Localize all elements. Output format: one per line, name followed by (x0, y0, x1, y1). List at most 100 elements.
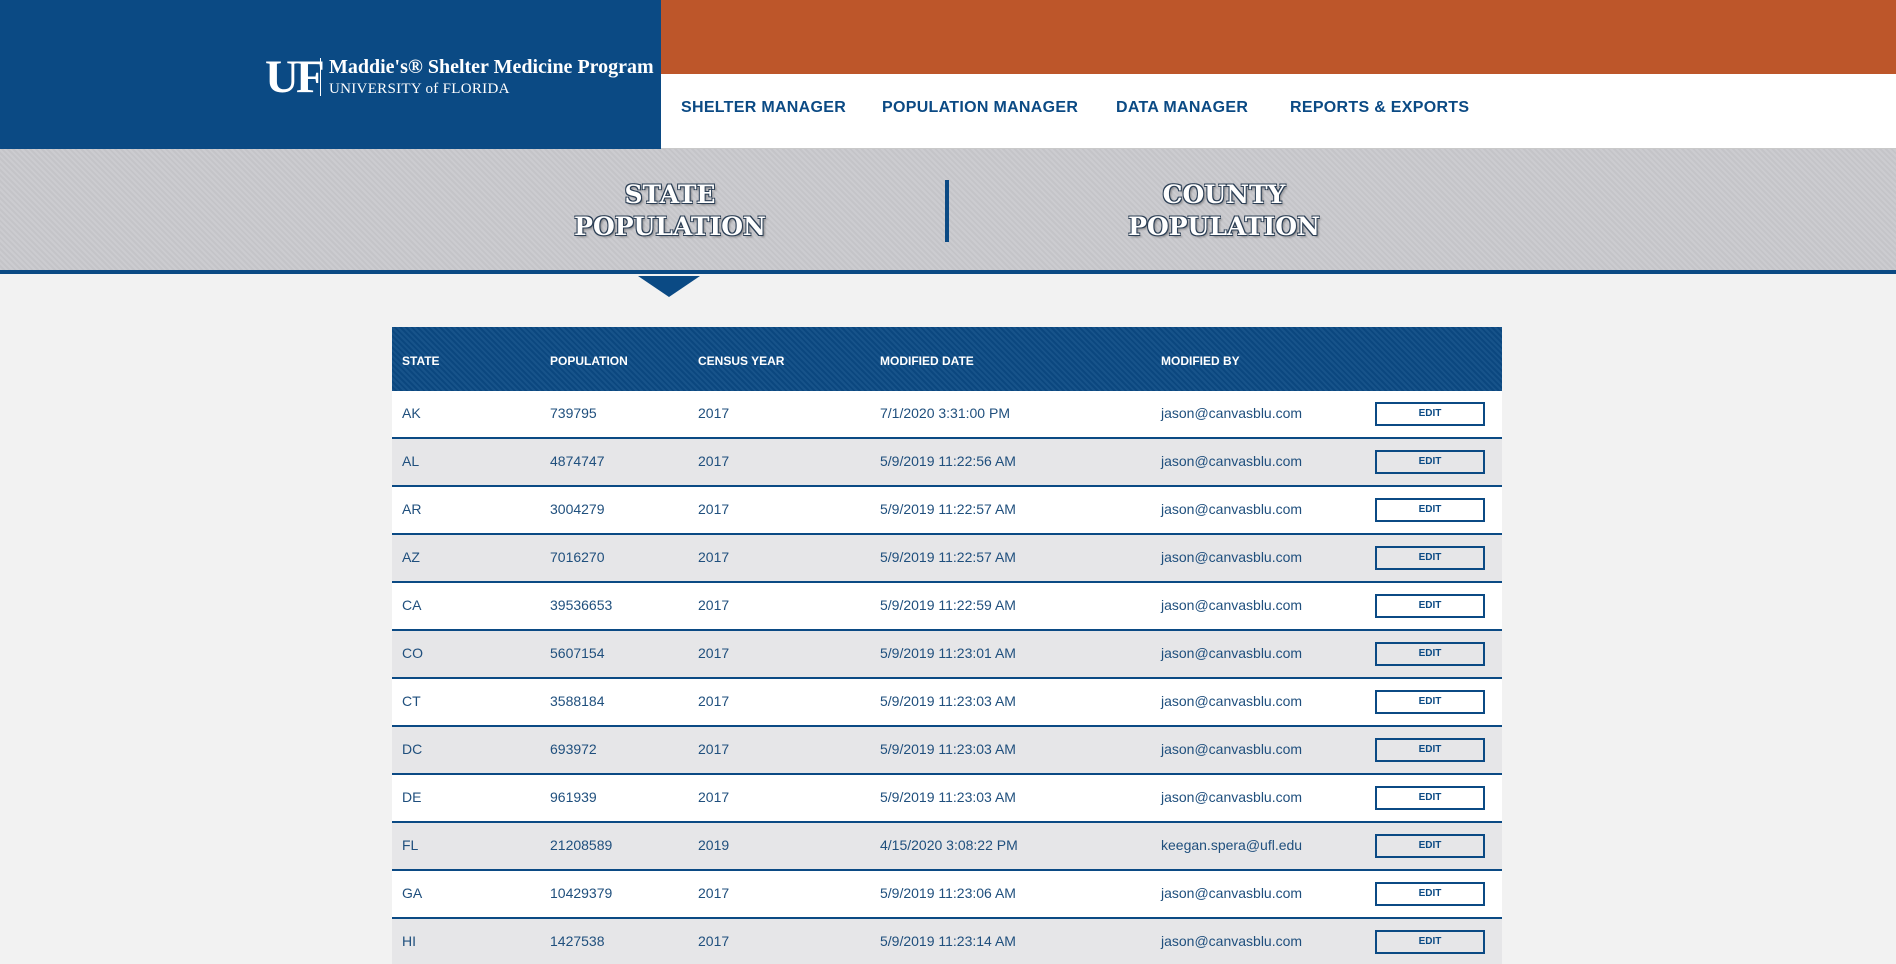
cell-population: 693972 (550, 741, 597, 757)
edit-button[interactable]: EDIT (1375, 786, 1485, 810)
cell-state: AK (402, 405, 421, 421)
tab-county-population[interactable]: COUNTY POPULATION (1074, 179, 1374, 243)
cell-modified-date: 5/9/2019 11:22:56 AM (880, 453, 1016, 469)
state-population-table: STATE POPULATION CENSUS YEAR MODIFIED DA… (392, 327, 1502, 964)
cell-modified-date: 5/9/2019 11:23:01 AM (880, 645, 1016, 661)
brand-block[interactable]: UF Maddie's® Shelter Medicine Program UN… (0, 0, 661, 149)
cell-modified-date: 5/9/2019 11:22:57 AM (880, 501, 1016, 517)
table-row: DC 693972 2017 5/9/2019 11:23:03 AM jason@ca… (392, 727, 1502, 775)
cell-population: 5607154 (550, 645, 605, 661)
site-header: UF Maddie's® Shelter Medicine Program UN… (0, 0, 1896, 149)
cell-modified-by: jason@canvasblu.com (1161, 501, 1303, 517)
cell-modified-date: 4/15/2020 3:08:22 PM (880, 837, 1018, 853)
cell-state: HI (402, 933, 416, 949)
cell-modified-date: 5/9/2019 11:23:06 AM (880, 885, 1016, 901)
population-tabs: STATE POPULATION COUNTY POPULATION (0, 149, 1896, 274)
table-row: CA 39536653 2017 5/9/2019 11:22:59 AM jason@… (392, 583, 1502, 631)
active-tab-indicator (638, 276, 700, 297)
cell-state: FL (402, 837, 419, 853)
cell-modified-date: 5/9/2019 11:23:14 AM (880, 933, 1016, 949)
cell-population: 3004279 (550, 501, 605, 517)
cell-state: GA (402, 885, 423, 901)
cell-population: 10429379 (550, 885, 613, 901)
edit-button[interactable]: EDIT (1375, 642, 1485, 666)
cell-population: 739795 (550, 405, 597, 421)
cell-population: 4874747 (550, 453, 605, 469)
cell-state: AR (402, 501, 422, 517)
main-nav: SHELTER MANAGER POPULATION MANAGER DATA … (661, 74, 1896, 149)
col-header-modified-date[interactable]: MODIFIED DATE (880, 354, 974, 368)
edit-button[interactable]: EDIT (1375, 450, 1485, 474)
cell-census-year: 2017 (698, 789, 730, 805)
table-row: HI 1427538 2017 5/9/2019 11:23:14 AM jason@c… (392, 919, 1502, 964)
edit-button[interactable]: EDIT (1375, 402, 1485, 426)
nav-shelter-manager[interactable]: SHELTER MANAGER (681, 99, 846, 117)
edit-button[interactable]: EDIT (1375, 882, 1485, 906)
cell-modified-date: 5/9/2019 11:23:03 AM (880, 693, 1016, 709)
cell-census-year: 2017 (698, 501, 730, 517)
tab-separator (945, 180, 949, 242)
cell-modified-by: jason@canvasblu.com (1161, 405, 1303, 421)
tab-county-line2: POPULATION (1128, 212, 1320, 241)
table-row: AL 4874747 2017 5/9/2019 11:22:56 AM jason@c… (392, 439, 1502, 487)
cell-modified-date: 5/9/2019 11:23:03 AM (880, 741, 1016, 757)
cell-population: 7016270 (550, 549, 605, 565)
col-header-state[interactable]: STATE (402, 354, 440, 368)
cell-census-year: 2017 (698, 645, 730, 661)
col-header-population[interactable]: POPULATION (550, 354, 628, 368)
table-header: STATE POPULATION CENSUS YEAR MODIFIED DA… (392, 327, 1502, 391)
tab-state-line2: POPULATION (574, 212, 766, 241)
cell-census-year: 2017 (698, 597, 730, 613)
cell-modified-date: 5/9/2019 11:23:03 AM (880, 789, 1016, 805)
cell-state: CO (402, 645, 423, 661)
cell-state: CA (402, 597, 422, 613)
cell-modified-by: jason@canvasblu.com (1161, 453, 1303, 469)
cell-census-year: 2017 (698, 405, 730, 421)
edit-button[interactable]: EDIT (1375, 930, 1485, 954)
table-row: DE 961939 2017 5/9/2019 11:23:03 AM jason@ca… (392, 775, 1502, 823)
table-row: CO 5607154 2017 5/9/2019 11:23:01 AM jason@c… (392, 631, 1502, 679)
cell-state: AL (402, 453, 420, 469)
edit-button[interactable]: EDIT (1375, 498, 1485, 522)
cell-modified-date: 5/9/2019 11:22:57 AM (880, 549, 1016, 565)
col-header-modified-by[interactable]: MODIFIED BY (1161, 354, 1240, 368)
table-row: AZ 7016270 2017 5/9/2019 11:22:57 AM jason@c… (392, 535, 1502, 583)
cell-modified-date: 5/9/2019 11:22:59 AM (880, 597, 1016, 613)
cell-modified-by: jason@canvasblu.com (1161, 885, 1303, 901)
tab-state-line1: STATE (624, 180, 716, 209)
cell-census-year: 2017 (698, 549, 730, 565)
cell-population: 3588184 (550, 693, 605, 709)
edit-button[interactable]: EDIT (1375, 594, 1485, 618)
nav-reports-exports[interactable]: REPORTS & EXPORTS (1290, 99, 1469, 117)
table-row: AR 3004279 2017 5/9/2019 11:22:57 AM jason@c… (392, 487, 1502, 535)
cell-population: 1427538 (550, 933, 605, 949)
tab-county-line1: COUNTY (1162, 180, 1286, 209)
table-row: GA 10429379 2017 5/9/2019 11:23:06 AM jason@… (392, 871, 1502, 919)
edit-button[interactable]: EDIT (1375, 834, 1485, 858)
university-line: UNIVERSITY of FLORIDA (329, 81, 510, 97)
cell-modified-by: jason@canvasblu.com (1161, 597, 1303, 613)
cell-census-year: 2017 (698, 741, 730, 757)
cell-modified-by: jason@canvasblu.com (1161, 933, 1303, 949)
table-row: FL 21208589 2019 4/15/2020 3:08:22 PM keegan… (392, 823, 1502, 871)
cell-state: DC (402, 741, 423, 757)
col-header-census-year[interactable]: CENSUS YEAR (698, 354, 784, 368)
edit-button[interactable]: EDIT (1375, 738, 1485, 762)
tab-state-population[interactable]: STATE POPULATION (520, 179, 820, 243)
header-accent-bar (661, 0, 1896, 74)
cell-modified-by: jason@canvasblu.com (1161, 549, 1303, 565)
cell-population: 39536653 (550, 597, 613, 613)
cell-population: 21208589 (550, 837, 613, 853)
logo-divider (320, 58, 321, 96)
cell-state: AZ (402, 549, 420, 565)
nav-population-manager[interactable]: POPULATION MANAGER (882, 99, 1078, 117)
cell-modified-by: jason@canvasblu.com (1161, 693, 1303, 709)
table-body: AK 739795 2017 7/1/2020 3:31:00 PM jason@can… (392, 391, 1502, 964)
cell-census-year: 2017 (698, 453, 730, 469)
cell-modified-date: 7/1/2020 3:31:00 PM (880, 405, 1010, 421)
edit-button[interactable]: EDIT (1375, 546, 1485, 570)
edit-button[interactable]: EDIT (1375, 690, 1485, 714)
cell-modified-by: keegan.spera@ufl.edu (1161, 837, 1303, 853)
nav-data-manager[interactable]: DATA MANAGER (1116, 99, 1248, 117)
cell-census-year: 2017 (698, 933, 730, 949)
